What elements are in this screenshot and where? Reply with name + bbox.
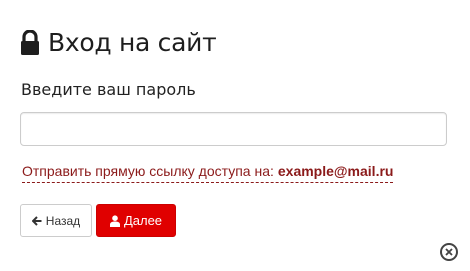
password-label: Введите ваш пароль bbox=[21, 80, 196, 99]
back-button[interactable]: Назад bbox=[20, 204, 92, 237]
lock-icon bbox=[21, 30, 39, 55]
close-button[interactable] bbox=[440, 243, 458, 261]
arrow-left-icon bbox=[31, 215, 42, 226]
back-button-label: Назад bbox=[45, 213, 81, 228]
send-access-link[interactable]: Отправить прямую ссылку доступа на: exam… bbox=[22, 163, 394, 183]
user-icon bbox=[109, 214, 120, 227]
send-access-link-text: Отправить прямую ссылку доступа на: bbox=[22, 163, 274, 179]
close-icon bbox=[445, 248, 453, 256]
next-button[interactable]: Далее bbox=[96, 204, 176, 237]
send-access-link-email: example@mail.ru bbox=[277, 163, 394, 179]
password-input[interactable] bbox=[20, 112, 447, 146]
dialog-title: Вход на сайт bbox=[20, 26, 217, 60]
next-button-label: Далее bbox=[123, 213, 163, 228]
login-dialog: Вход на сайт Введите ваш пароль Отправит… bbox=[0, 0, 470, 271]
dialog-title-text: Вход на сайт bbox=[48, 28, 217, 57]
